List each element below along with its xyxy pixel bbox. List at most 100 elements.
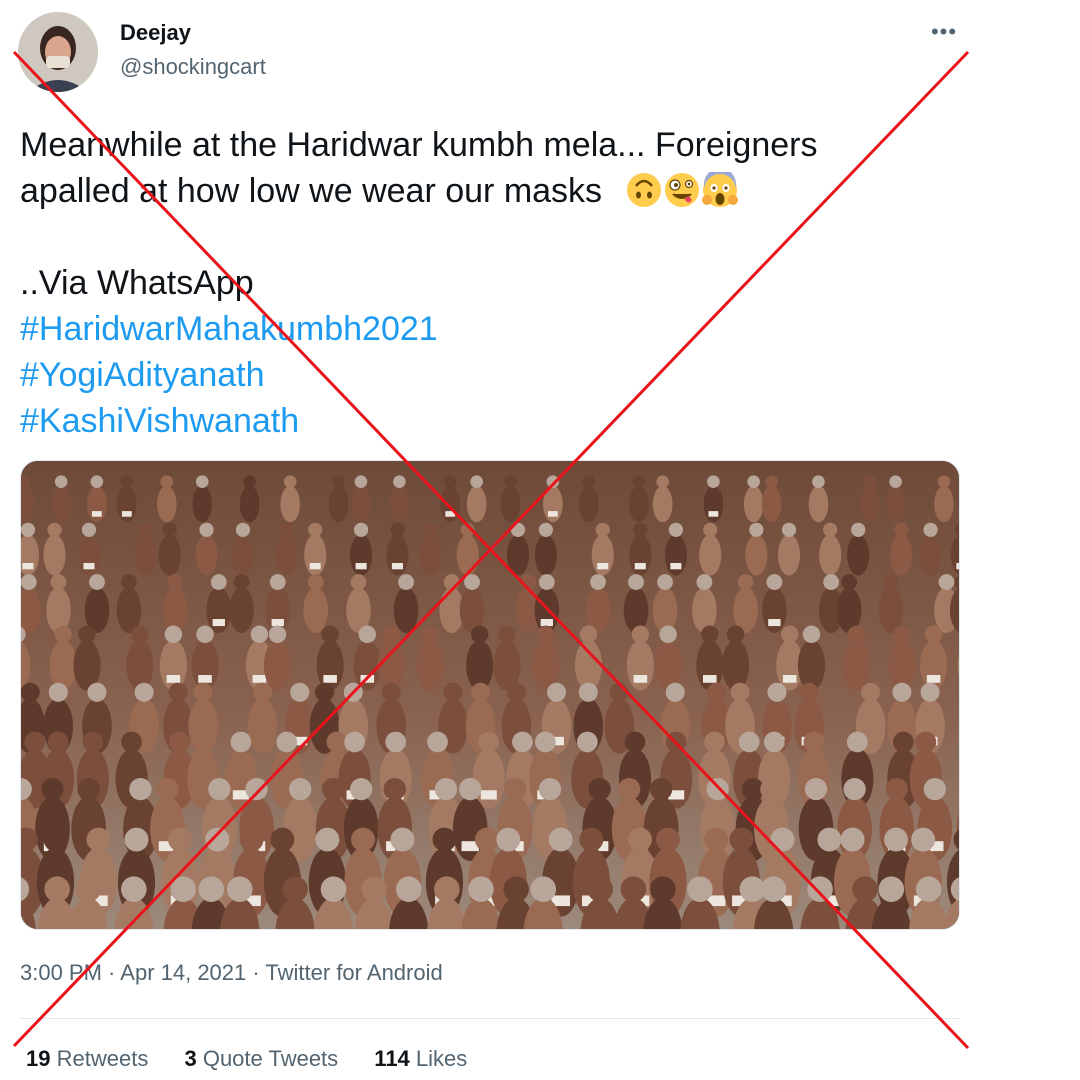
tweet-timestamp[interactable]: 3:00 PM · Apr 14, 2021 · Twitter for And…	[20, 960, 443, 986]
crowd-figure-cloth	[782, 675, 797, 683]
crowd-figure	[808, 485, 829, 523]
engagement-stats: 19 Retweets 3 Quote Tweets 114 Likes	[26, 1046, 497, 1072]
crowd-figure-head	[268, 625, 287, 643]
crowd-figure-head	[320, 876, 347, 902]
display-name[interactable]: Deejay	[120, 20, 191, 46]
tweet-line: ..Via WhatsApp	[20, 264, 254, 302]
crowd-figure-cloth	[360, 675, 375, 683]
crowd-figure-head	[924, 625, 943, 643]
crowd-figure-head	[170, 876, 197, 902]
crowd-figure-head	[882, 574, 899, 590]
tweet-photo[interactable]	[20, 460, 960, 930]
crowd-figure-head	[846, 731, 868, 753]
crowd-figure-head	[86, 827, 111, 852]
crowd-figure-head	[706, 682, 726, 702]
crowd-figure-head	[443, 475, 457, 489]
crowd-figure-cloth	[445, 511, 456, 517]
crowd-figure-head	[131, 625, 149, 643]
crowd-figure-head	[21, 682, 40, 702]
crowd-figure-head	[129, 777, 152, 801]
user-handle[interactable]: @shockingcart	[120, 54, 266, 80]
crowd-figure-head	[169, 731, 190, 753]
crowd-figure-head	[548, 827, 573, 852]
crowd-figure-head	[588, 777, 611, 801]
crowd-figure-head	[659, 625, 677, 643]
crowd-figure	[456, 534, 479, 576]
crowd-figure-head	[749, 522, 764, 537]
crowd-figure-head	[807, 876, 833, 902]
crowd-figure-head	[582, 475, 596, 489]
crowd-figure	[543, 485, 563, 523]
crowd-figure-head	[577, 731, 598, 753]
crowd-figure-head	[252, 682, 273, 702]
crowd-figure-head	[624, 731, 646, 753]
crowd-figure	[761, 485, 782, 523]
tweet-source[interactable]: Twitter for Android	[265, 960, 442, 985]
crowd-figure-head	[534, 731, 556, 753]
crowd-figure-head	[617, 777, 641, 801]
tweet-time[interactable]: 3:00 PM	[20, 960, 102, 985]
crowd-figure-cloth	[252, 675, 267, 683]
likes-stat[interactable]: 114 Likes	[374, 1046, 467, 1071]
crowd-figure-head	[168, 682, 188, 702]
crowd-figure-head	[78, 625, 96, 643]
face-screaming-in-fear-emoji	[701, 172, 738, 207]
crowd-figure-head	[167, 574, 184, 590]
crowd-figure-head	[385, 731, 407, 753]
more-options-icon[interactable]: •••	[928, 16, 960, 48]
crowd-figure-head	[590, 574, 606, 590]
crowd-figure	[206, 587, 232, 634]
crowd-figure-head	[823, 522, 838, 537]
avatar[interactable]	[18, 12, 98, 92]
crowd-figure	[920, 640, 948, 691]
retweets-label: Retweets	[56, 1046, 149, 1071]
crowd-figure	[703, 485, 724, 523]
crowd-figure-head	[538, 777, 562, 801]
crowd-figure-head	[737, 574, 754, 590]
crowd-figure	[762, 587, 787, 634]
crowd-figure-head	[923, 777, 946, 801]
crowd-figure-head	[382, 625, 401, 643]
crowd-figure	[239, 485, 260, 523]
crowd-figure	[466, 485, 487, 523]
crowd-figure-head	[730, 682, 750, 702]
crowd-figure-head	[121, 876, 147, 902]
crowd-figure-head	[226, 876, 253, 902]
crowd-figure-head	[353, 522, 369, 537]
crowd-figure	[43, 534, 66, 576]
hashtag-link[interactable]: #YogiAdityanath	[20, 352, 940, 398]
crowd-figure-head	[767, 682, 787, 702]
crowd-figure-head	[156, 777, 179, 801]
crowd-figure-cloth	[480, 790, 497, 800]
crowd-figure-cloth	[355, 562, 367, 570]
crowd-figure-head	[802, 625, 821, 643]
crowd-figure-head	[308, 522, 323, 537]
crowd-figure-head	[847, 625, 866, 643]
crowd-figure-cloth	[22, 562, 34, 570]
crowd-figure-cloth	[198, 675, 212, 683]
crowd-figure-head	[233, 574, 250, 590]
crowd-figure	[860, 485, 880, 523]
crowd-figure-head	[350, 777, 373, 801]
crowd-figure-head	[840, 827, 865, 852]
quote-tweets-stat[interactable]: 3 Quote Tweets	[184, 1046, 338, 1071]
hashtag-link[interactable]: #HaridwarMahakumbh2021	[20, 306, 940, 352]
crowd-figure-head	[398, 574, 414, 590]
crowd-figure	[819, 534, 842, 576]
crowd-figure-head	[47, 522, 62, 537]
crowd-figure-head	[332, 475, 345, 489]
crowd-figure-head	[471, 682, 491, 702]
crowd-figure-head	[706, 777, 729, 801]
crowd-figure-head	[665, 682, 685, 702]
crowd-figure-head	[657, 574, 673, 590]
hashtag-link[interactable]: #KashiVishwanath	[20, 398, 940, 444]
retweets-stat[interactable]: 19 Retweets	[26, 1046, 148, 1071]
crowd-figure-head	[427, 731, 448, 753]
crowd-figure-head	[878, 876, 905, 902]
meta-separator: ·	[246, 960, 266, 985]
crowd-figure-head	[506, 682, 526, 702]
crowd-figure-head	[656, 475, 669, 489]
divider	[20, 1018, 960, 1019]
crowd-figure	[721, 640, 750, 691]
tweet-date[interactable]: Apr 14, 2021	[120, 960, 246, 985]
